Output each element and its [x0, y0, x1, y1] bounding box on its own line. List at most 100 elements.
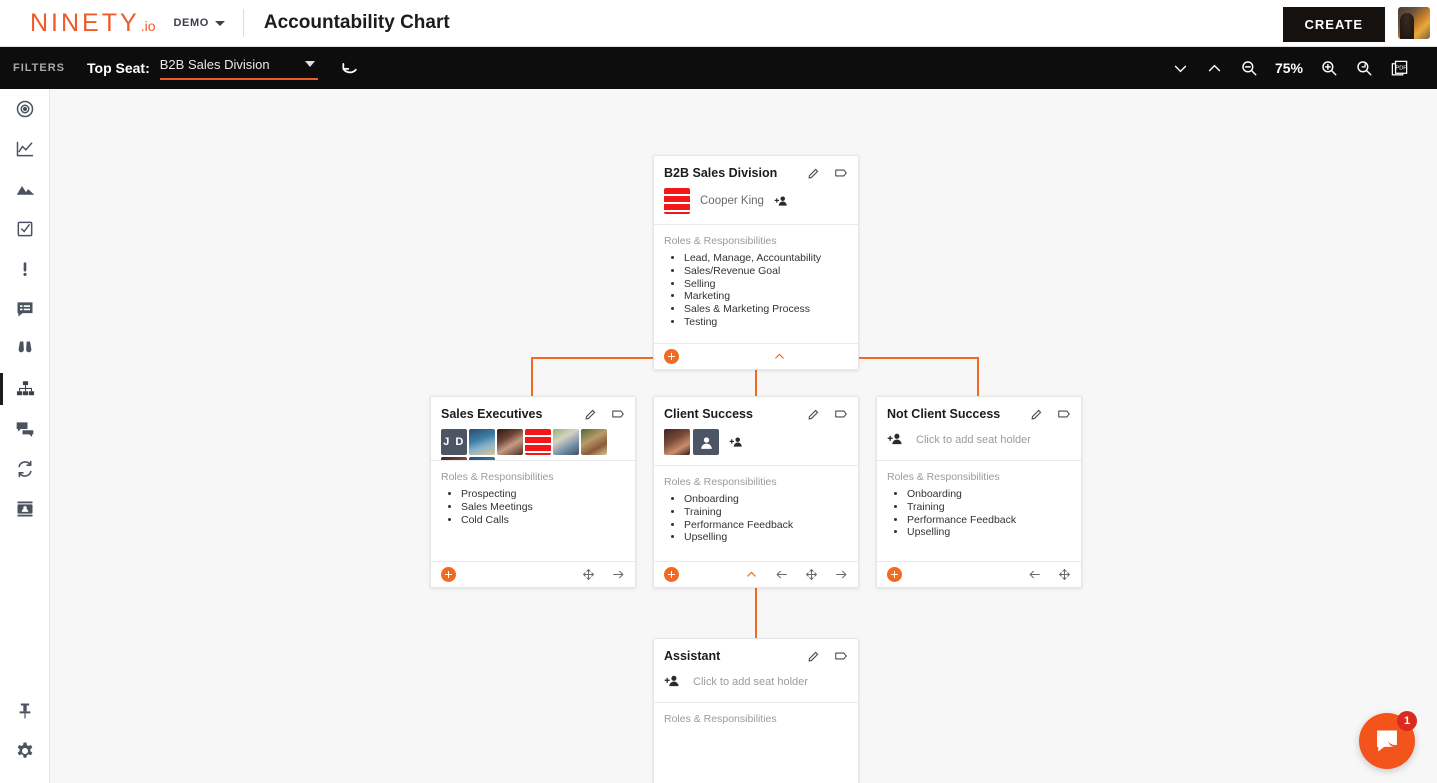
- logo-suffix: .io: [140, 17, 156, 34]
- chevron-up-icon[interactable]: [1206, 60, 1223, 77]
- intercom-launcher-button[interactable]: 1: [1359, 711, 1417, 769]
- responsibility-item: Testing: [684, 316, 848, 329]
- seat-holder-row[interactable]: Click to add seat holder: [654, 669, 858, 703]
- seat-holder-row[interactable]: J D: [431, 427, 635, 461]
- add-node-button[interactable]: [664, 567, 679, 582]
- avatar-initials[interactable]: J D: [441, 429, 467, 455]
- avatar-placeholder[interactable]: [693, 429, 719, 455]
- edit-icon[interactable]: [584, 408, 597, 421]
- edit-icon[interactable]: [807, 650, 820, 663]
- chevron-down-icon[interactable]: [214, 20, 225, 26]
- responsibilities-list: OnboardingTrainingPerformance FeedbackUp…: [664, 493, 848, 544]
- sidebar-item-settings[interactable]: [0, 731, 50, 771]
- sidebar-item-todos[interactable]: [0, 209, 50, 249]
- export-pdf-icon[interactable]: PDF: [1390, 59, 1409, 78]
- chevron-down-icon: [304, 61, 315, 67]
- add-person-icon[interactable]: [664, 673, 681, 690]
- sidebar-item-rocks[interactable]: [0, 169, 50, 209]
- sidebar-item-meetings[interactable]: [0, 289, 50, 329]
- create-button[interactable]: CREATE: [1282, 7, 1385, 42]
- chart-node-assistant[interactable]: Assistant Click to add seat holder Roles…: [653, 638, 859, 783]
- add-node-button[interactable]: [664, 349, 679, 364]
- svg-text:PDF: PDF: [1396, 65, 1408, 71]
- arrow-right-icon[interactable]: [612, 568, 625, 581]
- add-person-icon[interactable]: [887, 431, 904, 448]
- top-seat-select[interactable]: B2B Sales Division: [159, 56, 318, 80]
- comment-icon[interactable]: [834, 649, 848, 663]
- sidebar-item-vision[interactable]: [0, 89, 50, 129]
- responsibility-item: Performance Feedback: [684, 519, 848, 532]
- card-title: Client Success: [664, 407, 753, 421]
- comment-icon[interactable]: [611, 407, 625, 421]
- card-footer: [654, 343, 858, 369]
- chevron-down-icon[interactable]: [1172, 60, 1189, 77]
- avatar[interactable]: [525, 429, 551, 455]
- reset-zoom-icon[interactable]: [1355, 59, 1373, 77]
- avatar[interactable]: [497, 429, 523, 455]
- chart-node-b2b-sales-division[interactable]: B2B Sales Division Cooper King Roles & R…: [653, 155, 859, 370]
- sidebar-item-insights[interactable]: [0, 329, 50, 369]
- comment-icon[interactable]: [834, 166, 848, 180]
- arrow-left-icon[interactable]: [775, 568, 788, 581]
- add-seat-holder-label[interactable]: Click to add seat holder: [693, 676, 808, 688]
- responsibility-item: Upselling: [684, 532, 848, 544]
- responsibilities-section: Roles & Responsibilities OnboardingTrain…: [877, 461, 1081, 561]
- undo-button[interactable]: [340, 58, 360, 78]
- chart-node-sales-executives[interactable]: Sales Executives J D Roles & Responsibil…: [430, 396, 636, 588]
- zoom-in-icon[interactable]: [1320, 59, 1338, 77]
- responsibilities-label: Roles & Responsibilities: [887, 471, 1000, 483]
- add-person-icon[interactable]: [729, 435, 744, 450]
- move-icon[interactable]: [582, 568, 595, 581]
- avatar[interactable]: [553, 429, 579, 455]
- responsibilities-list: Lead, Manage, AccountabilitySales/Revenu…: [664, 252, 848, 329]
- card-title: Assistant: [664, 649, 721, 663]
- sidebar-item-process[interactable]: [0, 449, 50, 489]
- notification-badge: 1: [1397, 711, 1417, 731]
- collapse-up-icon[interactable]: [745, 568, 758, 581]
- card-header: Assistant: [654, 639, 858, 669]
- seat-holder-name: Cooper King: [700, 195, 764, 207]
- chart-node-not-client-success[interactable]: Not Client Success Click to add seat hol…: [876, 396, 1082, 588]
- filters-label: FILTERS: [13, 62, 66, 74]
- avatar[interactable]: [581, 429, 607, 455]
- filter-toolbar: FILTERS Top Seat: B2B Sales Division 75%: [0, 47, 1437, 89]
- responsibility-item: Performance Feedback: [907, 514, 1071, 527]
- zoom-out-icon[interactable]: [1240, 59, 1258, 77]
- sidebar-item-chart[interactable]: [0, 369, 50, 409]
- sidebar-item-issues[interactable]: [0, 249, 50, 289]
- add-person-icon[interactable]: [774, 194, 789, 209]
- collapse-up-icon[interactable]: [773, 350, 786, 363]
- brand-logo[interactable]: NINETY .io: [30, 9, 155, 38]
- sidebar-item-scorecard[interactable]: [0, 129, 50, 169]
- avatar[interactable]: [664, 429, 690, 455]
- move-icon[interactable]: [1058, 568, 1071, 581]
- zoom-level: 75%: [1274, 60, 1303, 76]
- comment-icon[interactable]: [1057, 407, 1071, 421]
- avatar[interactable]: [664, 188, 690, 214]
- responsibilities-section: Roles & Responsibilities OnboardingTrain…: [654, 466, 858, 561]
- card-header: B2B Sales Division: [654, 156, 858, 186]
- card-header: Sales Executives: [431, 397, 635, 427]
- comment-icon[interactable]: [834, 407, 848, 421]
- arrow-left-icon[interactable]: [1028, 568, 1041, 581]
- seat-holder-row[interactable]: [654, 427, 858, 466]
- seat-holder-row[interactable]: Cooper King: [654, 186, 858, 225]
- chart-node-client-success[interactable]: Client Success Roles & Responsibilities …: [653, 396, 859, 588]
- add-node-button[interactable]: [887, 567, 902, 582]
- move-icon[interactable]: [805, 568, 818, 581]
- workspace-label[interactable]: DEMO: [173, 17, 208, 29]
- sidebar-item-directory[interactable]: [0, 489, 50, 529]
- responsibility-item: Sales Meetings: [461, 501, 625, 514]
- arrow-right-icon[interactable]: [835, 568, 848, 581]
- sidebar-item-discussions[interactable]: [0, 409, 50, 449]
- avatar[interactable]: [1398, 7, 1430, 39]
- add-seat-holder-label[interactable]: Click to add seat holder: [916, 434, 1031, 446]
- seat-holder-row[interactable]: Click to add seat holder: [877, 427, 1081, 461]
- avatar[interactable]: [469, 429, 495, 455]
- sidebar-item-pin[interactable]: [0, 691, 50, 731]
- edit-icon[interactable]: [807, 408, 820, 421]
- edit-icon[interactable]: [1030, 408, 1043, 421]
- edit-icon[interactable]: [807, 167, 820, 180]
- add-node-button[interactable]: [441, 567, 456, 582]
- chart-canvas[interactable]: B2B Sales Division Cooper King Roles & R…: [51, 89, 1437, 783]
